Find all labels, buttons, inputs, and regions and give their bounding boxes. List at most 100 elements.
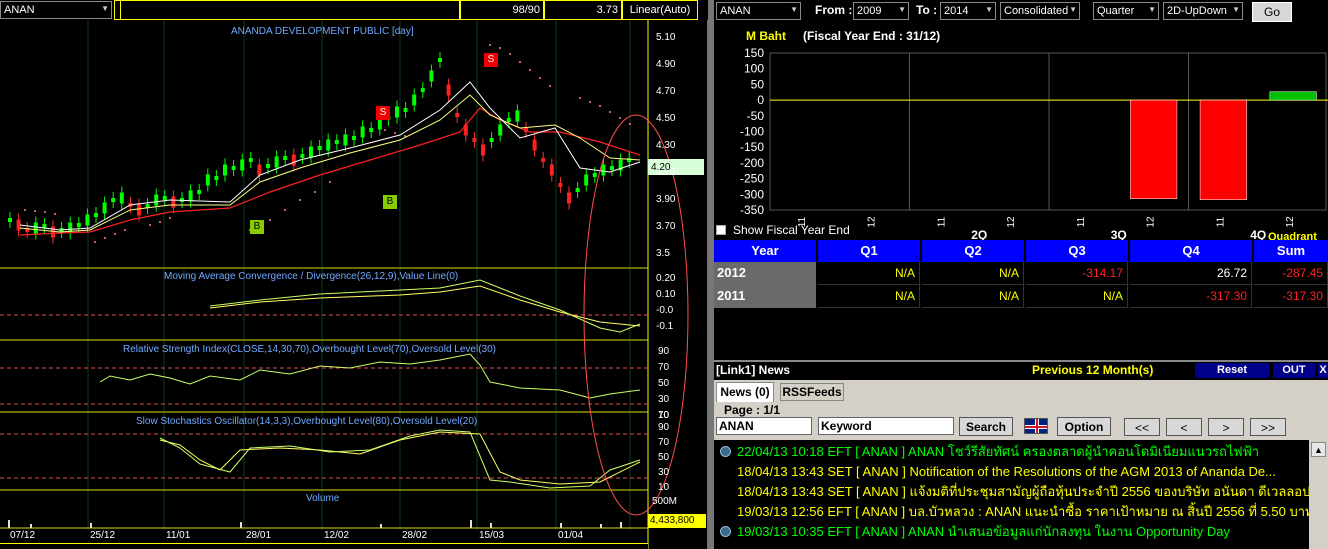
ma-long-line — [19, 107, 641, 236]
bar — [1199, 99, 1247, 200]
first-page-button[interactable]: << — [1124, 418, 1160, 436]
last-page-button[interactable]: >> — [1250, 418, 1286, 436]
chevron-down-icon: ▼ — [1232, 5, 1240, 14]
to-year-select[interactable]: 2014 ▼ — [940, 2, 996, 20]
tab-rss[interactable]: RSSFeeds — [780, 383, 844, 401]
news-symbol-input[interactable] — [716, 417, 812, 435]
go-button[interactable]: Go — [1252, 2, 1292, 22]
table-header-cell[interactable]: Sum — [1254, 240, 1328, 262]
candle-body — [584, 174, 589, 186]
candle-body — [231, 166, 236, 170]
stoch-title: Slow Stochastics Oscillator(14,3,3),Over… — [136, 416, 478, 427]
news-globe-icon — [720, 446, 731, 457]
candle-body — [223, 164, 227, 176]
news-source: SET — [827, 484, 857, 499]
y-tick-label: -250 — [740, 172, 764, 186]
candle-body — [326, 139, 331, 151]
candle-body — [455, 113, 460, 117]
candle-body — [119, 192, 124, 204]
symbol-select[interactable]: ANAN ▼ — [0, 1, 112, 19]
table-header-cell[interactable]: Q2 — [922, 240, 1024, 262]
quarter-group-label: 4Q — [1250, 228, 1266, 240]
search-button[interactable]: Search — [959, 417, 1013, 436]
candle-body — [506, 118, 511, 122]
from-label: From : — [815, 3, 853, 17]
uk-flag-icon[interactable] — [1024, 418, 1048, 434]
candle-body — [575, 188, 580, 192]
candle-body — [214, 176, 219, 180]
stoch-tick-label: 10 — [658, 482, 670, 493]
symbol-value: ANAN — [4, 4, 35, 16]
candle-body — [137, 204, 141, 216]
news-symbol: [ ANAN ] — [856, 464, 910, 479]
previous-months-label: Previous 12 Month(s) — [1032, 363, 1154, 377]
show-fy-checkbox[interactable] — [716, 225, 726, 235]
news-scrollbar[interactable]: ▲ — [1309, 440, 1328, 549]
stoch-tick-label: 90 — [658, 422, 670, 433]
stoch-tick-label: 30 — [658, 467, 670, 478]
candle-body — [403, 108, 408, 112]
candle-body — [300, 154, 305, 158]
news-item[interactable]: 19/03/13 10:35 EFT [ ANAN ] ANAN นำเสนอข… — [720, 522, 1310, 542]
news-item[interactable]: 22/04/13 10:18 EFT [ ANAN ] ANAN โชว์รีส… — [720, 442, 1310, 462]
from-year-select[interactable]: 2009 ▼ — [853, 2, 909, 20]
scroll-up-icon[interactable]: ▲ — [1311, 442, 1326, 457]
chevron-down-icon: ▼ — [985, 5, 993, 14]
candle-body — [274, 156, 279, 168]
statement-type-select[interactable]: Consolidated ▼ — [1000, 2, 1080, 20]
date-tick-label: 28/02 — [402, 530, 428, 541]
next-page-button[interactable]: > — [1208, 418, 1244, 436]
candle-body — [489, 138, 494, 142]
price-tick-label: 4.90 — [656, 59, 676, 70]
out-button[interactable]: OUT — [1273, 363, 1315, 378]
candle-body — [188, 190, 193, 202]
price-tick-label: 5.10 — [656, 32, 676, 43]
table-header-cell[interactable]: Q4 — [1130, 240, 1252, 262]
date-tick-label: 07/12 — [10, 530, 36, 541]
sell-signal-marker: S — [376, 106, 390, 120]
candle-body — [541, 158, 546, 162]
candle-body — [111, 198, 116, 202]
news-date: 19/03/13 10:35 — [737, 524, 828, 539]
news-item[interactable]: 18/04/13 13:43 SET [ ANAN ] Notification… — [720, 462, 1310, 482]
news-item[interactable]: 18/04/13 13:43 SET [ ANAN ] แจ้งมติที่ปร… — [720, 482, 1310, 502]
news-headline: ANAN นำเสนอข้อมูลแก่นักลงทุน ในงาน Oppor… — [908, 524, 1230, 539]
candle-body — [257, 164, 262, 176]
buy-signal-marker: B — [383, 195, 397, 209]
news-item[interactable]: 19/03/13 12:56 EFT [ ANAN ] บล.บัวหลวง :… — [720, 502, 1310, 522]
y-tick-label: 0 — [757, 93, 764, 107]
x-tick-label: 12 — [1146, 216, 1157, 228]
macd-tick-label: -0.0 — [656, 305, 674, 316]
candle-body — [154, 194, 159, 206]
option-button[interactable]: Option — [1057, 417, 1111, 436]
candle-body — [438, 58, 442, 62]
table-year-cell: 2011 — [714, 285, 816, 308]
chart-title: ANANDA DEVELOPMENT PUBLIC [day] — [231, 26, 414, 37]
view-select[interactable]: 2D-UpDown ▼ — [1163, 2, 1243, 20]
macd-title: Moving Average Convergence / Divergence(… — [164, 271, 459, 282]
scale-mode-button[interactable]: Linear(Auto) — [622, 0, 698, 20]
rsi-tick-label: 30 — [658, 394, 670, 405]
horizontal-scrollbar[interactable] — [0, 543, 648, 549]
reset-button[interactable]: Reset — [1195, 363, 1269, 378]
fin-symbol-select[interactable]: ANAN ▼ — [716, 2, 801, 20]
candle-body — [352, 136, 356, 140]
table-header-cell[interactable]: Q3 — [1026, 240, 1128, 262]
macd-tick-label: 0.20 — [656, 273, 676, 284]
close-panel-button[interactable]: X — [1318, 363, 1328, 378]
keyword-input[interactable] — [818, 417, 954, 435]
table-cell: N/A — [922, 262, 1024, 285]
candle-body — [162, 196, 167, 200]
prev-page-button[interactable]: < — [1166, 418, 1202, 436]
table-header-cell[interactable]: Year — [714, 240, 816, 262]
period-select[interactable]: Quarter ▼ — [1093, 2, 1159, 20]
date-tick-label: 25/12 — [90, 530, 116, 541]
tab-news[interactable]: News (0) — [716, 382, 774, 402]
volume-axis-label: 500M — [652, 496, 678, 507]
candle-body — [498, 124, 503, 136]
table-header-cell[interactable]: Q1 — [818, 240, 920, 262]
candle-body — [205, 174, 210, 186]
price-tick-label: 3.90 — [656, 194, 676, 205]
date-tick-label: 01/04 — [558, 530, 584, 541]
candle-body — [266, 164, 270, 168]
